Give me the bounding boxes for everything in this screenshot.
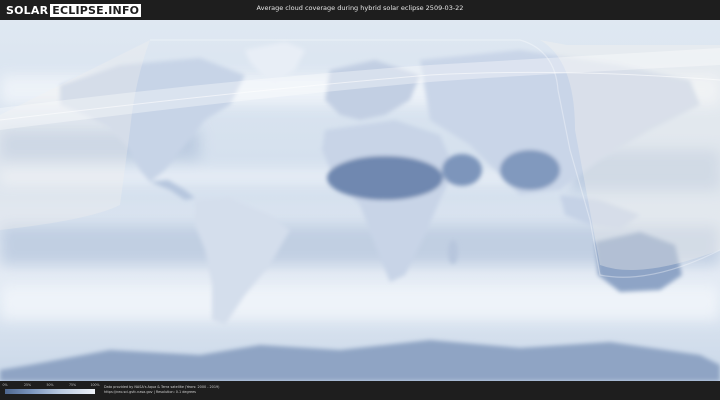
legend-ticks: 0% 25% 50% 75% 100% (2, 383, 99, 388)
page-title: Average cloud coverage during hybrid sol… (256, 4, 464, 12)
logo-part-solar: SOLAR (6, 3, 49, 17)
legend-color-bar (5, 389, 95, 394)
data-credits: Data provided by NASA's Aqua & Terra sat… (104, 385, 219, 395)
logo-part-eclipse-info: ECLIPSE.INFO (50, 3, 142, 17)
arabia (442, 154, 482, 186)
top-bar: SOLAR ECLIPSE.INFO Average cloud coverag… (0, 0, 720, 20)
credits-line-2: https://neo.sci.gsfc.nasa.gov | Resoluti… (104, 390, 196, 394)
legend-tick: 75% (68, 383, 77, 387)
cloud-coverage-legend: 0% 25% 50% 75% 100% (2, 383, 100, 394)
legend-tick: 100% (90, 383, 100, 387)
cloud-coverage-map (0, 20, 720, 381)
legend-tick: 0% (2, 383, 8, 387)
legend-tick: 50% (46, 383, 54, 387)
madagascar (448, 240, 458, 264)
sahara (327, 156, 443, 200)
site-logo[interactable]: SOLAR ECLIPSE.INFO (6, 3, 142, 17)
legend-tick: 25% (23, 383, 32, 387)
south-asia (500, 150, 560, 190)
